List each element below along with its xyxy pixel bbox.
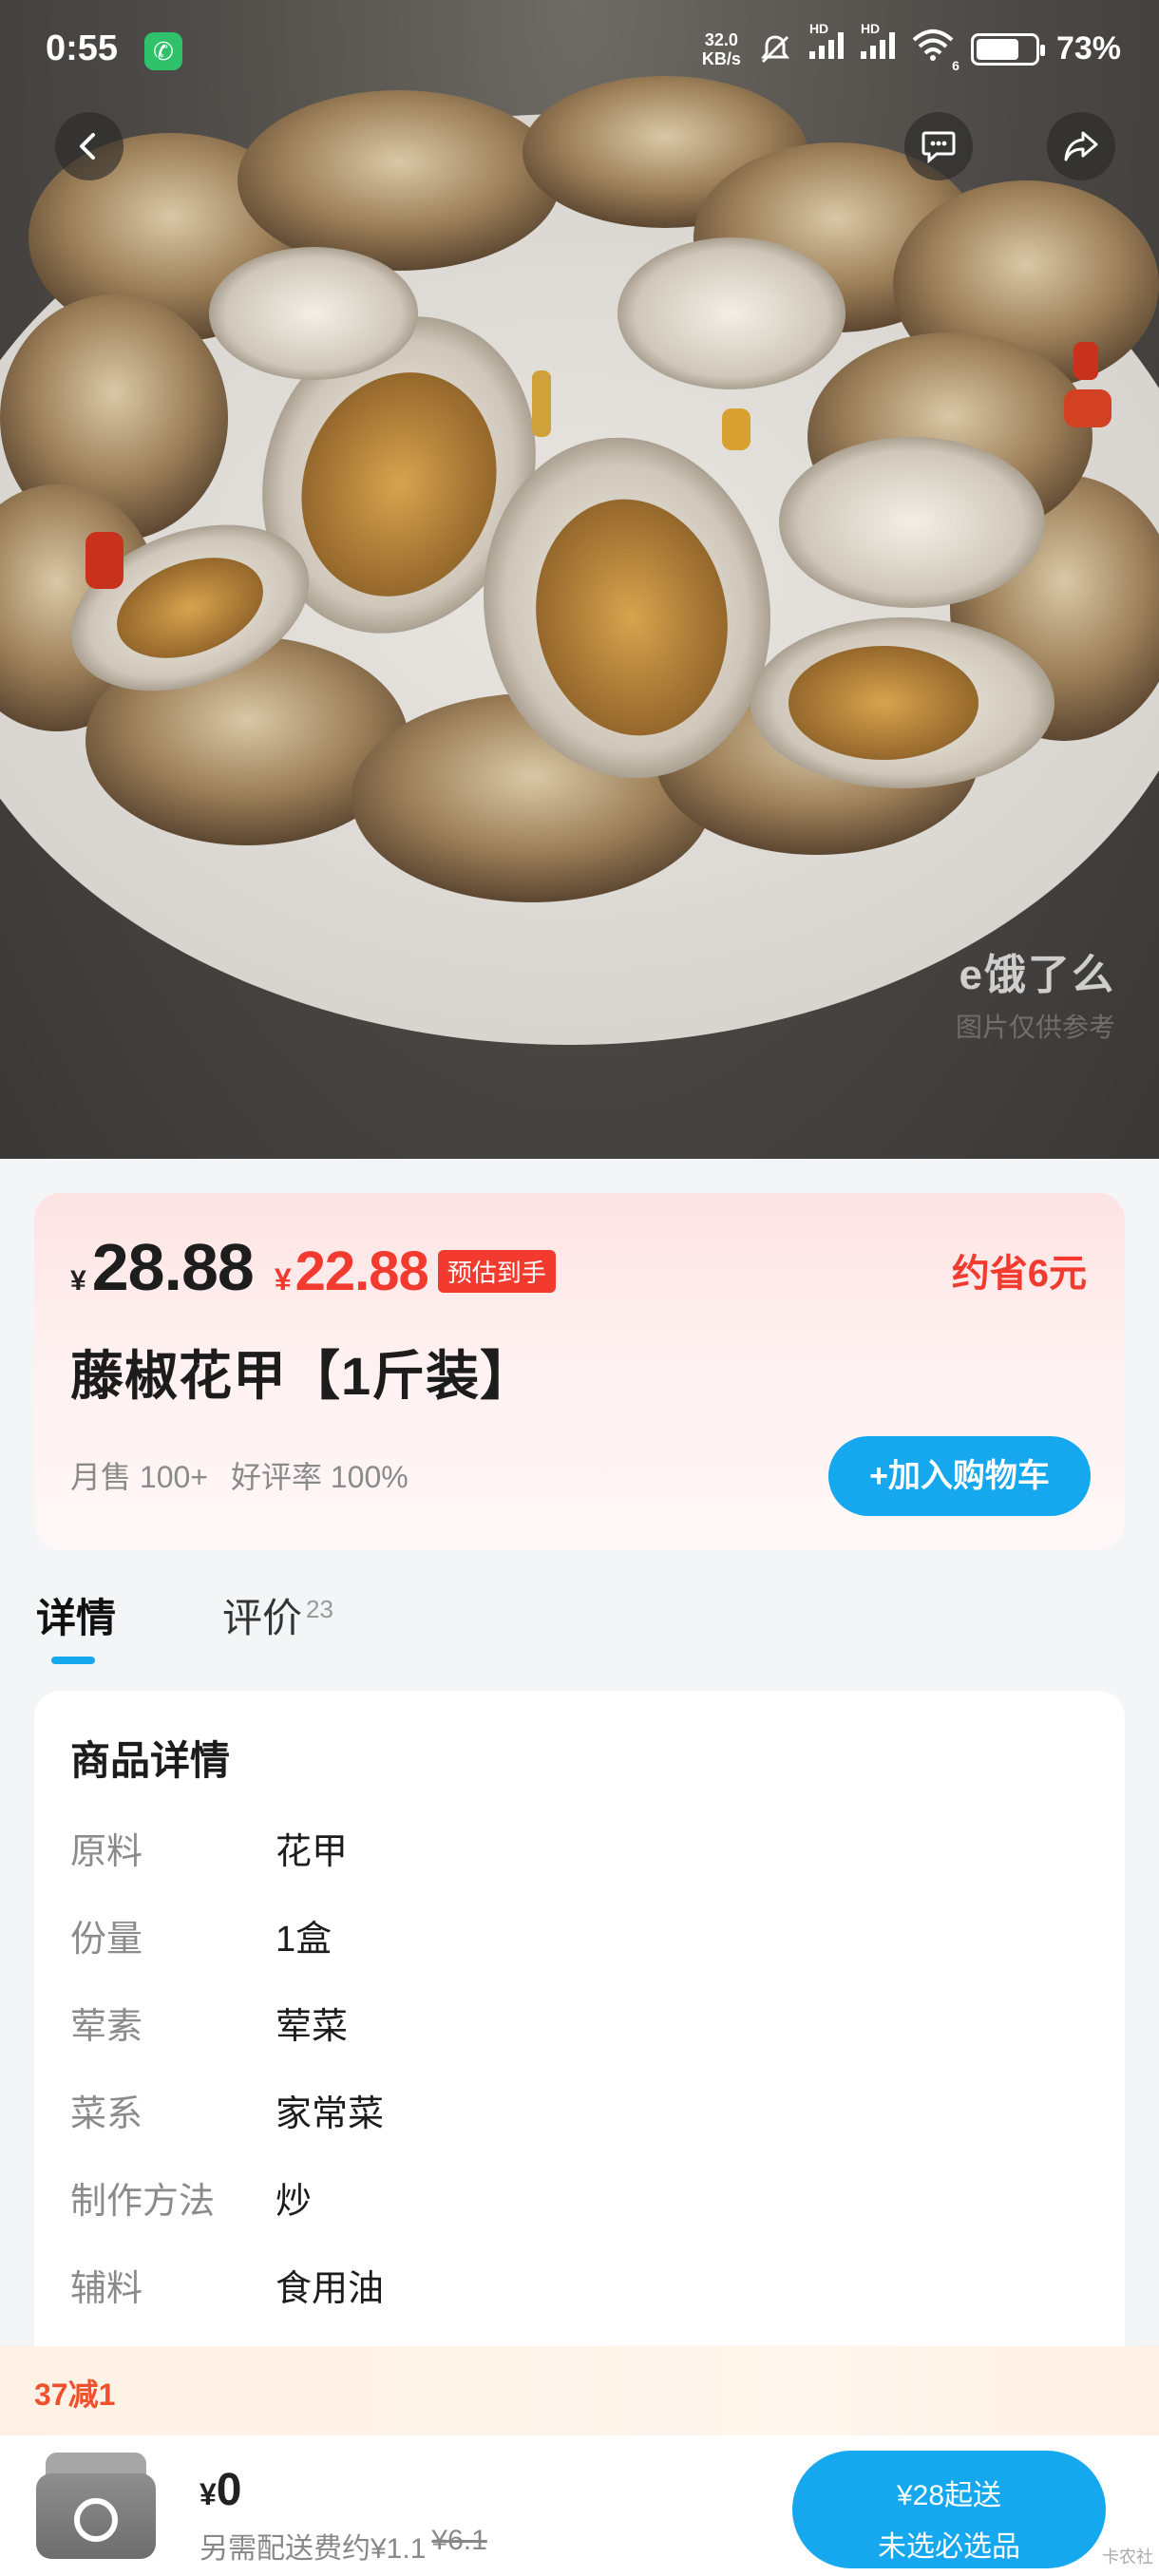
chevron-left-icon [80, 133, 95, 160]
detail-value: 食用油 [276, 2269, 385, 2309]
detail-row: 制作方法 炒 [70, 2171, 312, 2224]
battery-icon [970, 32, 1045, 66]
detail-key: 荤素 [70, 2007, 143, 2047]
signal-label-2: HD [860, 21, 881, 36]
detail-value: 花甲 [276, 1832, 349, 1872]
watermark-logo: e饿了么 [959, 952, 1115, 998]
add-to-cart-button[interactable]: +加入购物车 [828, 1436, 1091, 1516]
detail-value: 1盒 [276, 1920, 332, 1960]
estimated-price: ¥ 22.88 [274, 1240, 429, 1303]
cart-amount-value: 0 [216, 2465, 242, 2515]
tab-active-indicator [51, 1657, 95, 1664]
detail-key: 原料 [70, 1832, 143, 1872]
status-bar: 0:55 ✆ 32.0 KB/s HD HD 6 73% [0, 0, 1159, 104]
required-item-label: 未选必选品 [878, 2531, 1020, 2563]
detail-key: 辅料 [70, 2269, 143, 2309]
detail-key: 制作方法 [70, 2182, 216, 2222]
detail-key: 份量 [70, 1920, 143, 1960]
signal-label-1: HD [808, 21, 829, 36]
eleme-logo-icon [74, 2498, 118, 2542]
chat-bubble-icon [922, 131, 956, 164]
min-order-label: ¥28起送 [896, 2480, 1002, 2511]
product-info-card: ¥ 28.88 ¥ 22.88 预估到手 约省6元 藤椒花甲【1斤装】 月售 1… [34, 1193, 1125, 1550]
detail-row: 原料 花甲 [70, 1822, 348, 1874]
detail-tabs: 详情 评价 23 [36, 1586, 333, 1672]
estimated-price-currency: ¥ [274, 1262, 292, 1297]
status-icons: 32.0 KB/s HD HD 6 73% [702, 21, 1121, 73]
detail-row: 荤素 荤菜 [70, 1997, 348, 2049]
estimated-price-value: 22.88 [294, 1241, 429, 1302]
net-speed-unit: KB/s [701, 48, 741, 68]
price-row: ¥ 28.88 ¥ 22.88 预估到手 [70, 1229, 556, 1305]
detail-key: 菜系 [70, 2094, 143, 2134]
tab-reviews-label: 评价 [222, 1596, 303, 1640]
share-icon [1064, 131, 1098, 161]
price-currency: ¥ [70, 1265, 86, 1297]
rating: 好评率 100% [230, 1460, 408, 1494]
wifi-sub: 6 [952, 58, 960, 73]
product-details-card: 商品详情 原料 花甲 份量 1盒 荤素 荤菜 菜系 家常菜 制作方法 炒 辅料 … [34, 1691, 1125, 2375]
product-image[interactable]: e饿了么 图片仅供参考 [0, 0, 1159, 1159]
detail-row: 辅料 食用油 [70, 2259, 384, 2311]
share-button[interactable] [1047, 112, 1115, 180]
signal-2: HD [860, 21, 895, 67]
image-watermark: e饿了么 图片仅供参考 [956, 940, 1115, 1045]
detail-value: 家常菜 [276, 2094, 385, 2134]
original-price: 28.88 [91, 1230, 255, 1304]
detail-row: 菜系 家常菜 [70, 2084, 384, 2136]
cart-amount: ¥ 0 [200, 2464, 242, 2516]
detail-value: 炒 [276, 2182, 313, 2222]
back-button[interactable] [55, 112, 124, 180]
status-time: 0:55 [46, 28, 119, 68]
battery-percent: 73% [1055, 30, 1121, 66]
details-title: 商品详情 [70, 1738, 231, 1783]
estimate-tag: 预估到手 [437, 1249, 556, 1293]
clams-illustration [0, 76, 1159, 902]
wifi-icon [912, 29, 954, 61]
checkout-button[interactable]: ¥28起送 未选必选品 [792, 2451, 1106, 2568]
corner-watermark: 卡农社 [1102, 2548, 1153, 2567]
cart-bar: ¥ 0 另需配送费约¥1.1 ¥6.1 ¥28起送 未选必选品 卡农社 [0, 2435, 1159, 2576]
wifi: 6 [912, 28, 960, 73]
cart-amount-currency: ¥ [200, 2477, 217, 2511]
tab-reviews[interactable]: 评价 23 [222, 1586, 333, 1672]
product-meta: 月售 100+ 好评率 100% [70, 1453, 408, 1497]
savings-label: 约省6元 [951, 1253, 1087, 1295]
tab-details[interactable]: 详情 [36, 1586, 116, 1672]
net-speed-value: 32.0 [704, 29, 738, 49]
detail-value: 荤菜 [276, 2007, 349, 2047]
call-icon: ✆ [144, 32, 182, 70]
promo-text: 37减1 [34, 2377, 116, 2412]
delivery-fee-original: ¥6.1 [431, 2525, 487, 2556]
cart-bag-icon[interactable] [36, 2453, 156, 2559]
mute-icon [760, 34, 789, 63]
detail-row: 份量 1盒 [70, 1909, 332, 1961]
delivery-fee-text: 另需配送费约¥1.1 [200, 2533, 427, 2565]
message-button[interactable] [904, 112, 973, 180]
battery-fill [976, 38, 1018, 60]
tab-details-label: 详情 [36, 1596, 117, 1640]
signal-1: HD [808, 21, 844, 67]
promo-strip[interactable]: 37减1 [0, 2346, 1159, 2435]
watermark-note: 图片仅供参考 [955, 1013, 1115, 1042]
delivery-fee: 另需配送费约¥1.1 ¥6.1 [200, 2525, 487, 2567]
net-speed: 32.0 KB/s [702, 30, 741, 68]
product-title: 藤椒花甲【1斤装】 [70, 1346, 535, 1406]
monthly-sales: 月售 100+ [70, 1460, 208, 1494]
review-count: 23 [306, 1595, 333, 1623]
